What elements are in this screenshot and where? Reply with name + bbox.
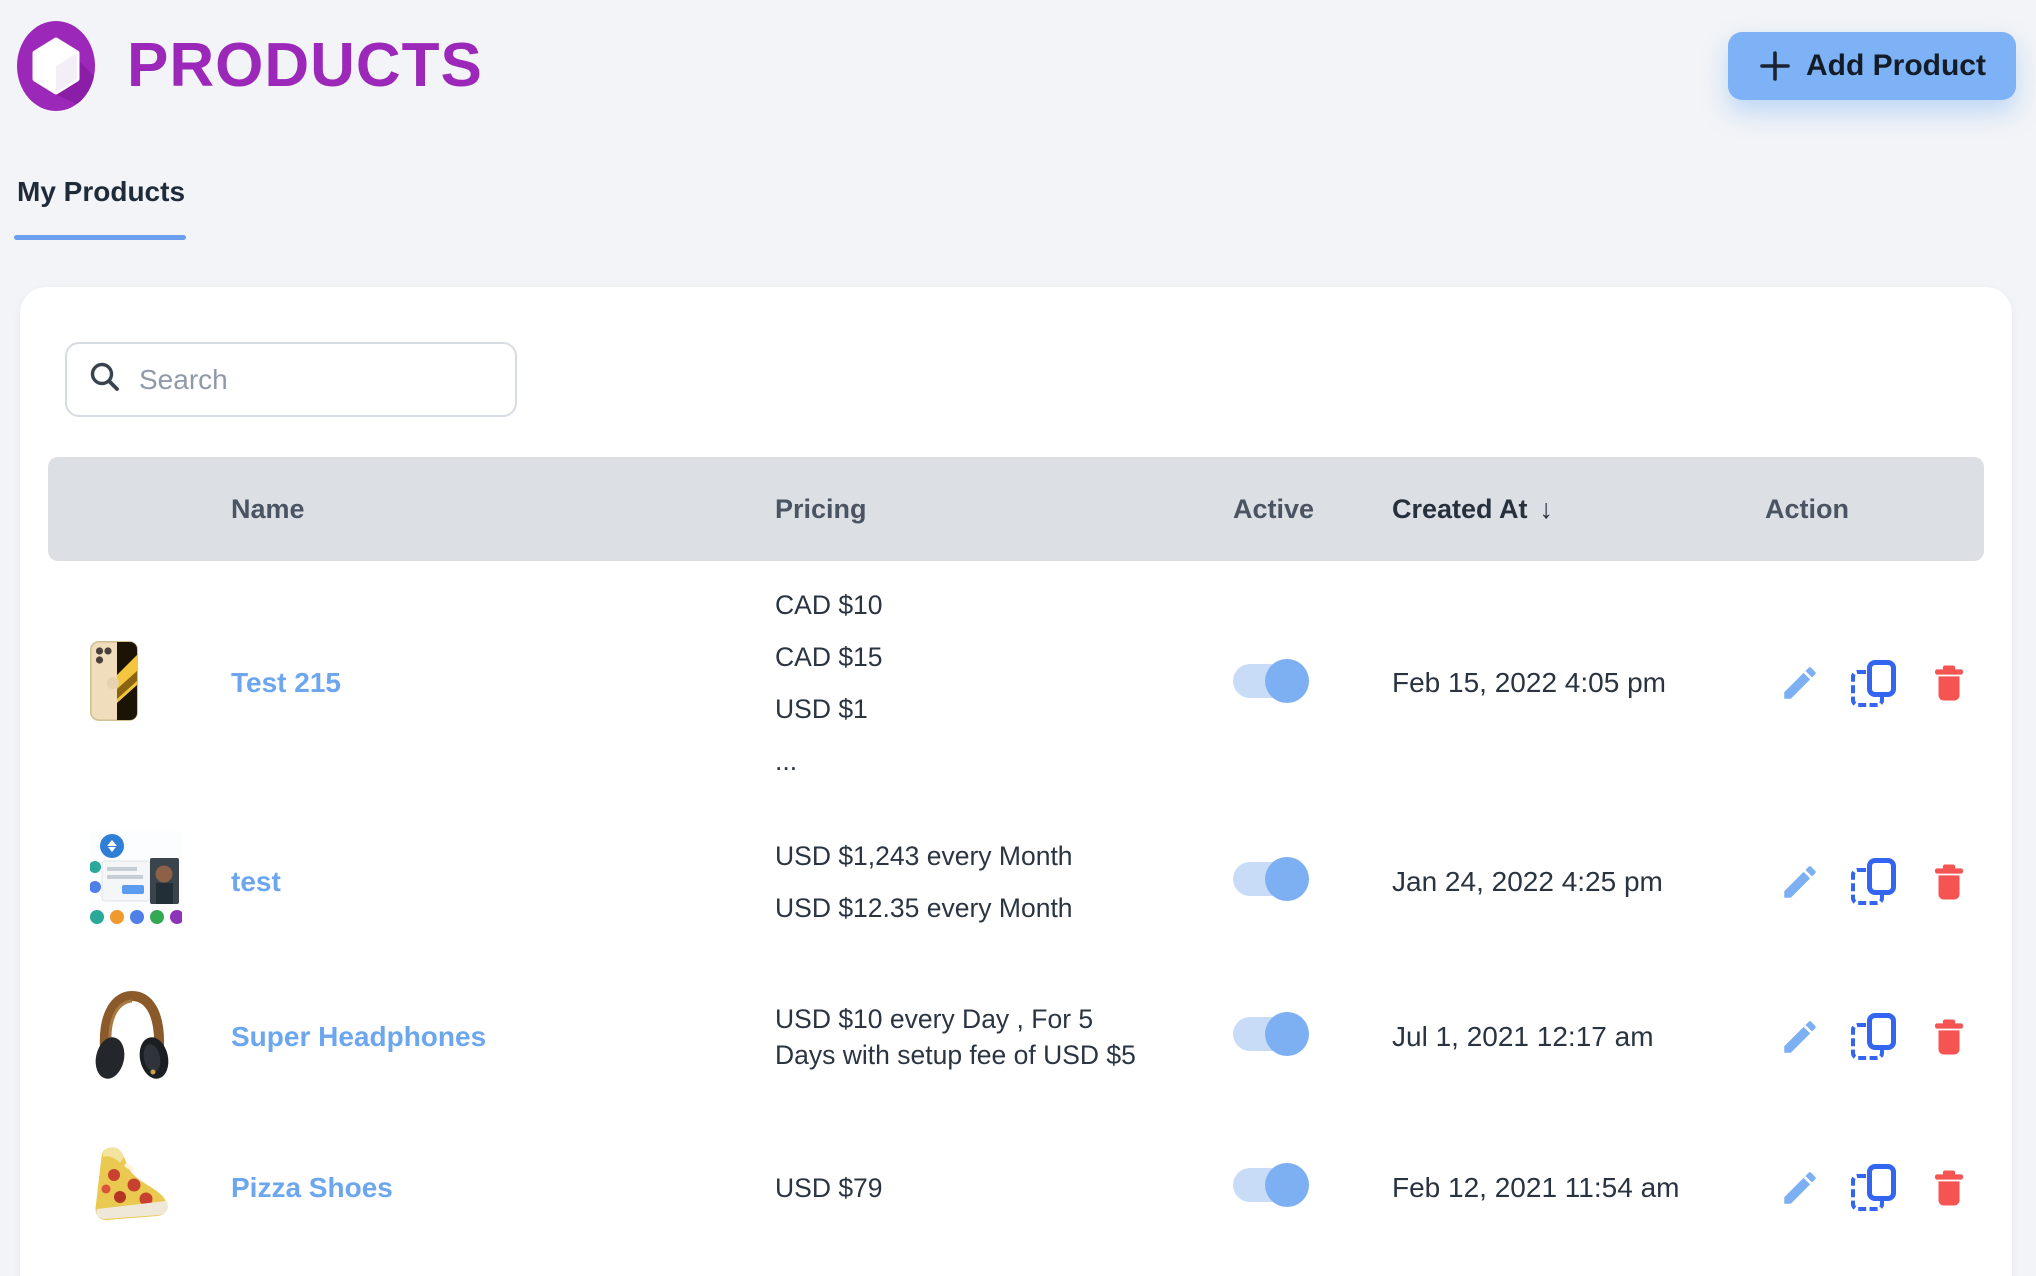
table-row: Test 215 CAD $10 CAD $15 USD $1... Feb 15,…	[48, 561, 1984, 805]
edit-button[interactable]	[1779, 662, 1821, 704]
created-at-value: Jan 24, 2022 4:25 pm	[1392, 866, 1765, 898]
search-box	[65, 342, 517, 417]
table-row: test USD $1,243 every Month USD $12.35 ev…	[48, 805, 1984, 958]
toggle-knob	[1265, 1163, 1309, 1207]
duplicate-icon-front	[1867, 1013, 1896, 1050]
product-name-link[interactable]: Pizza Shoes	[231, 1172, 393, 1203]
sort-desc-arrow-icon: ↓	[1540, 494, 1554, 524]
column-header-name: Name	[231, 494, 775, 525]
toggle-knob	[1265, 1012, 1309, 1056]
price-line: USD $79	[775, 1170, 1145, 1206]
duplicate-icon-front	[1867, 660, 1896, 697]
toggle-knob	[1265, 659, 1309, 703]
duplicate-button[interactable]	[1851, 1013, 1898, 1060]
price-line: USD $1	[775, 691, 1145, 727]
duplicate-icon-front	[1867, 1164, 1896, 1201]
search-input[interactable]	[139, 364, 500, 396]
duplicate-button[interactable]	[1851, 1164, 1898, 1211]
created-at-value: Jul 1, 2021 12:17 am	[1392, 1021, 1765, 1053]
duplicate-button[interactable]	[1851, 660, 1898, 707]
tab-my-products[interactable]: My Products	[17, 176, 185, 208]
created-at-header-label: Created At	[1392, 494, 1528, 524]
price-line: USD $1,243 every Month	[775, 838, 1145, 874]
edit-button[interactable]	[1779, 1016, 1821, 1058]
price-line: CAD $15	[775, 639, 1145, 675]
delete-button[interactable]	[1928, 861, 1970, 903]
plus-icon	[1758, 49, 1792, 83]
product-name-link[interactable]: Super Headphones	[231, 1021, 486, 1052]
price-line: CAD $10	[775, 587, 1145, 623]
product-name-link[interactable]: Test 215	[231, 667, 341, 698]
price-line: ...	[775, 743, 1145, 779]
created-at-value: Feb 15, 2022 4:05 pm	[1392, 667, 1765, 699]
active-toggle[interactable]	[1233, 862, 1307, 896]
product-thumbnail-gold-iphone	[90, 641, 138, 721]
edit-button[interactable]	[1779, 861, 1821, 903]
table-header: Name Pricing Active Created At ↓ Action	[48, 457, 1984, 561]
pricing-cell: CAD $10 CAD $15 USD $1...	[775, 587, 1233, 779]
add-product-button[interactable]: Add Product	[1728, 32, 2016, 100]
active-toggle[interactable]	[1233, 1168, 1307, 1202]
price-line: USD $12.35 every Month	[775, 890, 1145, 926]
table-row: Pizza Shoes USD $79 Feb 12, 2021 11:54 a…	[48, 1115, 1984, 1260]
tab-my-products-label: My Products	[17, 176, 185, 207]
product-thumbnail-pizza-sneaker	[90, 1141, 174, 1229]
pricing-cell: USD $1,243 every Month USD $12.35 every M…	[775, 838, 1233, 926]
price-line: USD $10 every Day , For 5 Days with setu…	[775, 1001, 1145, 1073]
product-name-link[interactable]: test	[231, 866, 281, 897]
active-toggle[interactable]	[1233, 664, 1307, 698]
search-icon	[87, 359, 123, 400]
duplicate-icon-front	[1867, 858, 1896, 895]
active-toggle[interactable]	[1233, 1017, 1307, 1051]
product-thumbnail-landing-page	[90, 831, 182, 927]
column-header-pricing: Pricing	[775, 494, 1233, 525]
table-body: Test 215 CAD $10 CAD $15 USD $1... Feb 15,…	[48, 561, 1984, 1260]
table-row: Super Headphones USD $10 every Day , For…	[48, 958, 1984, 1115]
column-header-action: Action	[1765, 494, 1984, 525]
duplicate-button[interactable]	[1851, 858, 1898, 905]
products-card: Name Pricing Active Created At ↓ Action T…	[20, 287, 2012, 1276]
tab-active-indicator	[14, 235, 186, 240]
pricing-cell: USD $10 every Day , For 5 Days with setu…	[775, 1001, 1233, 1073]
cube-logo-icon	[16, 20, 96, 112]
column-header-created-at[interactable]: Created At ↓	[1392, 494, 1765, 525]
delete-button[interactable]	[1928, 1167, 1970, 1209]
product-thumbnail-headphones	[90, 984, 174, 1084]
pricing-cell: USD $79	[775, 1170, 1233, 1206]
delete-button[interactable]	[1928, 1016, 1970, 1058]
delete-button[interactable]	[1928, 662, 1970, 704]
add-product-label: Add Product	[1806, 49, 1986, 83]
edit-button[interactable]	[1779, 1167, 1821, 1209]
created-at-value: Feb 12, 2021 11:54 am	[1392, 1172, 1765, 1204]
page-title: PRODUCTS	[127, 30, 483, 101]
toggle-knob	[1265, 857, 1309, 901]
column-header-active: Active	[1233, 494, 1392, 525]
